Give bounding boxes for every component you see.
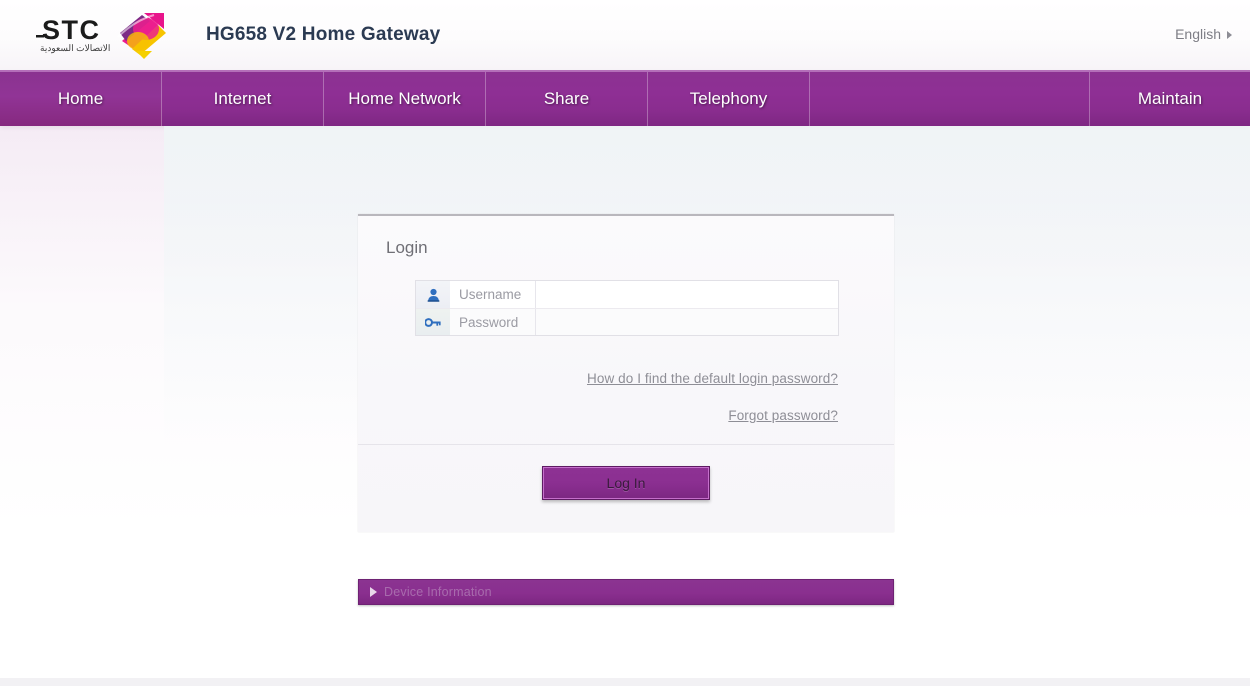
page-body: Login Username Password How do I find th… [0, 126, 1250, 686]
nav-item-maintain[interactable]: Maintain [1090, 72, 1250, 126]
device-information-label: Device Information [384, 585, 492, 599]
key-icon-glyph [425, 317, 441, 327]
login-panel: Login Username Password How do I find th… [358, 214, 894, 532]
password-label: Password [450, 309, 536, 335]
stc-logo: STC الاتصالات السعودية [36, 9, 188, 61]
key-icon [416, 309, 450, 335]
password-input[interactable] [536, 309, 838, 335]
help-links: How do I find the default login password… [358, 336, 894, 425]
username-row: Username [416, 281, 838, 308]
login-form: Username Password [358, 258, 894, 336]
username-input[interactable] [536, 281, 838, 308]
svg-text:الاتصالات السعودية: الاتصالات السعودية [40, 43, 110, 54]
username-label: Username [450, 281, 536, 308]
nav-item-telephony[interactable]: Telephony [648, 72, 810, 126]
forgot-password-link[interactable]: Forgot password? [728, 408, 838, 423]
default-password-link[interactable]: How do I find the default login password… [587, 371, 838, 386]
svg-text:STC: STC [42, 15, 101, 45]
user-icon [416, 281, 450, 308]
password-row: Password [416, 308, 838, 335]
nav-item-share[interactable]: Share [486, 72, 648, 126]
language-label: English [1175, 26, 1221, 42]
login-button[interactable]: Log In [542, 466, 710, 500]
triangle-right-icon [370, 587, 377, 597]
nav-item-home-network[interactable]: Home Network [324, 72, 486, 126]
login-title: Login [386, 238, 428, 257]
stc-logo-graphic: STC الاتصالات السعودية [36, 13, 166, 59]
nav-item-spacer [810, 72, 1090, 126]
device-information-bar[interactable]: Device Information [358, 579, 894, 605]
page-header: STC الاتصالات السعودية HG658 V2 Home Gat… [0, 0, 1250, 70]
nav-item-internet[interactable]: Internet [162, 72, 324, 126]
login-button-area: Log In [358, 445, 894, 532]
nav-item-home[interactable]: Home [0, 72, 162, 126]
user-icon-glyph [427, 288, 439, 302]
main-navigation: Home Internet Home Network Share Telepho… [0, 70, 1250, 126]
language-selector[interactable]: English [1175, 26, 1232, 42]
product-title: HG658 V2 Home Gateway [206, 24, 441, 45]
credentials-table: Username Password [415, 280, 839, 336]
brand-area: STC الاتصالات السعودية HG658 V2 Home Gat… [0, 9, 440, 61]
triangle-right-icon [1227, 30, 1232, 39]
